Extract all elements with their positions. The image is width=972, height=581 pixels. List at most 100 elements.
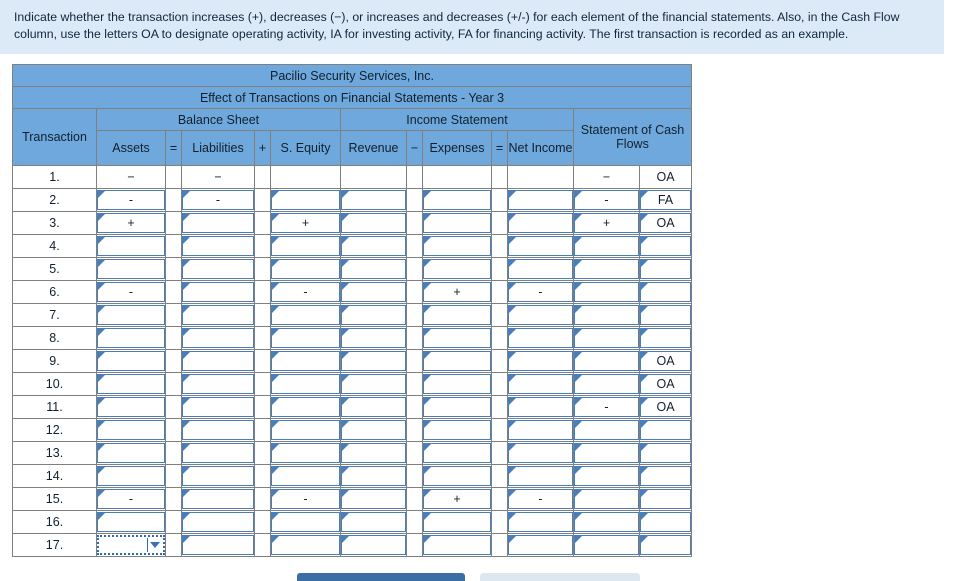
select-liabilities[interactable] <box>182 259 254 279</box>
select-stockholders-equity[interactable] <box>271 190 340 210</box>
cell-stockholders-equity[interactable]: + <box>270 211 341 235</box>
select-assets[interactable]: - <box>97 282 165 302</box>
select-assets[interactable]: + <box>97 213 165 233</box>
select-cash-flow-amount[interactable] <box>574 466 639 486</box>
cell-cash-flow-amount[interactable] <box>573 487 640 511</box>
cell-revenue[interactable] <box>340 211 407 235</box>
cell-cash-flow-activity[interactable] <box>639 510 692 534</box>
select-cash-flow-amount[interactable]: - <box>574 397 639 417</box>
select-expenses[interactable] <box>423 397 491 417</box>
select-assets[interactable] <box>97 512 165 532</box>
select-stockholders-equity[interactable] <box>271 397 340 417</box>
select-stockholders-equity[interactable] <box>271 466 340 486</box>
select-liabilities[interactable] <box>182 282 254 302</box>
cell-cash-flow-activity[interactable]: OA <box>639 395 692 419</box>
cell-assets[interactable]: + <box>96 211 166 235</box>
cell-expenses[interactable] <box>422 418 492 442</box>
select-expenses[interactable] <box>423 512 491 532</box>
cell-revenue[interactable] <box>340 234 407 258</box>
select-assets[interactable] <box>97 374 165 394</box>
cell-revenue[interactable] <box>340 372 407 396</box>
cell-expenses[interactable] <box>422 464 492 488</box>
cell-net-income[interactable]: - <box>507 487 574 511</box>
cell-liabilities[interactable] <box>181 441 255 465</box>
cell-liabilities[interactable] <box>181 395 255 419</box>
select-liabilities[interactable] <box>182 374 254 394</box>
cell-assets[interactable] <box>96 326 166 350</box>
select-liabilities[interactable] <box>182 466 254 486</box>
cell-assets[interactable] <box>96 464 166 488</box>
cell-cash-flow-activity[interactable] <box>639 326 692 350</box>
select-cash-flow-amount[interactable] <box>574 374 639 394</box>
select-stockholders-equity[interactable] <box>271 351 340 371</box>
cell-cash-flow-amount[interactable] <box>573 349 640 373</box>
select-net-income[interactable] <box>508 397 573 417</box>
select-cash-flow-amount[interactable] <box>574 282 639 302</box>
cell-assets[interactable]: - <box>96 280 166 304</box>
select-assets[interactable] <box>97 443 165 463</box>
cell-cash-flow-amount[interactable] <box>573 372 640 396</box>
cell-expenses[interactable] <box>422 395 492 419</box>
cell-net-income[interactable] <box>507 349 574 373</box>
cell-assets[interactable] <box>96 234 166 258</box>
cell-expenses[interactable] <box>422 349 492 373</box>
select-cash-flow-activity[interactable] <box>640 443 691 463</box>
cell-assets[interactable] <box>96 257 166 281</box>
select-liabilities[interactable] <box>182 512 254 532</box>
cell-revenue[interactable] <box>340 464 407 488</box>
select-revenue[interactable] <box>341 259 406 279</box>
cell-stockholders-equity[interactable] <box>270 257 341 281</box>
cell-liabilities[interactable] <box>181 280 255 304</box>
cell-expenses[interactable]: + <box>422 487 492 511</box>
cell-cash-flow-activity[interactable]: OA <box>639 372 692 396</box>
cell-liabilities[interactable] <box>181 372 255 396</box>
select-cash-flow-amount[interactable]: + <box>574 213 639 233</box>
cell-assets[interactable] <box>96 372 166 396</box>
cell-cash-flow-amount[interactable] <box>573 533 640 557</box>
select-expenses[interactable] <box>423 351 491 371</box>
select-assets[interactable] <box>97 328 165 348</box>
select-revenue[interactable] <box>341 282 406 302</box>
select-expenses[interactable] <box>423 305 491 325</box>
cell-expenses[interactable] <box>422 326 492 350</box>
select-liabilities[interactable] <box>182 305 254 325</box>
select-cash-flow-activity[interactable] <box>640 420 691 440</box>
chevron-down-icon[interactable] <box>150 542 160 548</box>
cell-revenue[interactable] <box>340 510 407 534</box>
select-cash-flow-activity[interactable] <box>640 328 691 348</box>
cell-net-income[interactable] <box>507 234 574 258</box>
cell-expenses[interactable] <box>422 257 492 281</box>
cell-cash-flow-amount[interactable] <box>573 234 640 258</box>
cell-cash-flow-amount[interactable]: - <box>573 395 640 419</box>
select-expenses[interactable] <box>423 420 491 440</box>
select-liabilities[interactable] <box>182 420 254 440</box>
cell-assets[interactable] <box>96 441 166 465</box>
select-stockholders-equity[interactable]: + <box>271 213 340 233</box>
select-liabilities[interactable] <box>182 213 254 233</box>
select-cash-flow-amount[interactable] <box>574 443 639 463</box>
select-stockholders-equity[interactable] <box>271 259 340 279</box>
cell-liabilities[interactable] <box>181 303 255 327</box>
select-cash-flow-activity[interactable]: FA <box>640 190 691 210</box>
select-expenses[interactable]: + <box>423 489 491 509</box>
cell-expenses[interactable] <box>422 188 492 212</box>
cell-revenue[interactable] <box>340 188 407 212</box>
select-cash-flow-amount[interactable] <box>574 489 639 509</box>
cell-cash-flow-amount[interactable] <box>573 257 640 281</box>
select-liabilities[interactable] <box>182 443 254 463</box>
select-cash-flow-amount[interactable] <box>574 351 639 371</box>
select-net-income[interactable] <box>508 535 573 555</box>
cell-revenue[interactable] <box>340 395 407 419</box>
select-net-income[interactable]: - <box>508 489 573 509</box>
select-stockholders-equity[interactable] <box>271 535 340 555</box>
select-net-income[interactable] <box>508 420 573 440</box>
cell-cash-flow-amount[interactable] <box>573 464 640 488</box>
secondary-action-button[interactable] <box>480 573 640 581</box>
cell-cash-flow-amount[interactable]: - <box>573 188 640 212</box>
cell-net-income[interactable] <box>507 533 574 557</box>
cell-expenses[interactable] <box>422 510 492 534</box>
cell-revenue[interactable] <box>340 280 407 304</box>
cell-revenue[interactable] <box>340 441 407 465</box>
select-cash-flow-amount[interactable] <box>574 420 639 440</box>
select-net-income[interactable]: - <box>508 282 573 302</box>
